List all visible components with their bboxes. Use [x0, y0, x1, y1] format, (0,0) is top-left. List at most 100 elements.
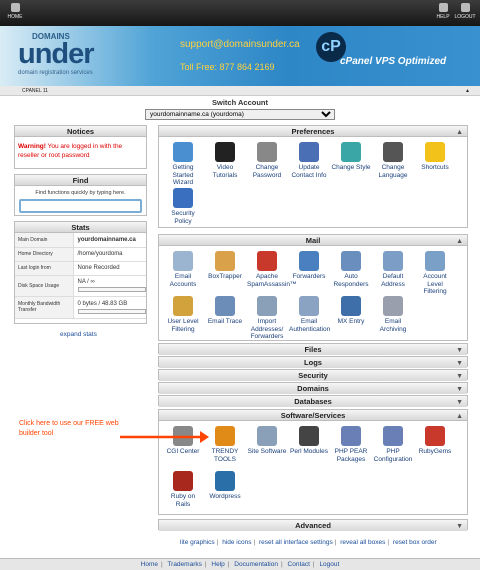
password-icon	[257, 142, 277, 162]
hint-arrow-icon	[120, 431, 209, 443]
clapper-icon	[215, 142, 235, 162]
mail-grid: Email Accounts BoxTrapper Apache SpamAssas…	[159, 246, 467, 351]
feature-item[interactable]: Security Policy	[163, 188, 203, 225]
feature-item[interactable]: Email Trace	[205, 296, 245, 326]
help-button[interactable]: HELP	[432, 3, 454, 20]
policy-icon	[173, 188, 193, 208]
preferences-panel: Preferences ▲ Getting Started Wizard Video…	[158, 125, 468, 228]
footer-documentation-link[interactable]: Documentation	[234, 561, 278, 568]
hide-icons-link[interactable]: hide icons	[222, 539, 251, 546]
feature-item[interactable]: Ruby on Rails	[163, 471, 203, 508]
preferences-header[interactable]: Preferences ▲	[159, 126, 467, 137]
databases-section[interactable]: Databases ▼	[158, 395, 468, 408]
filter-icon	[425, 251, 445, 271]
expand-icon[interactable]: ▼	[456, 397, 463, 408]
feature-item[interactable]: TRENDY TOOLS	[205, 426, 245, 463]
feature-item[interactable]: Getting Started Wizard	[163, 142, 203, 187]
forwarders-icon	[299, 251, 319, 271]
stats-header: Stats	[15, 222, 146, 233]
feature-item[interactable]: Email Accounts	[163, 251, 203, 288]
domainsunder-logo: DOMAINS under domain registration servic…	[18, 32, 95, 76]
domains-section[interactable]: Domains ▼	[158, 382, 468, 395]
footer-contact-link[interactable]: Contact	[288, 561, 310, 568]
feature-item[interactable]: Email Archiving	[373, 296, 413, 333]
lite-graphics-link[interactable]: lite graphics	[180, 539, 215, 546]
auth-icon	[299, 296, 319, 316]
files-section[interactable]: Files ▼	[158, 343, 468, 356]
breadcrumb: CPANEL 11 ▲	[0, 86, 480, 96]
software-services-header[interactable]: Software/Services ▲	[159, 410, 467, 421]
expand-icon[interactable]: ▼	[456, 384, 463, 395]
feature-item[interactable]: Forwarders	[289, 251, 329, 281]
header-banner: DOMAINS under domain registration servic…	[0, 26, 480, 86]
footer-nav: Home | Trademarks | Help | Documentation | C…	[0, 558, 480, 570]
home-icon	[10, 3, 20, 12]
expand-icon[interactable]: ▼	[456, 521, 463, 532]
feature-item[interactable]: User Level Filtering	[163, 296, 203, 333]
feature-item[interactable]: Update Contact Info	[289, 142, 329, 179]
disk-usage-bar	[77, 287, 146, 292]
support-email: support@domainsunder.ca	[180, 39, 300, 50]
feature-item[interactable]: Wordpress	[205, 471, 245, 501]
top-toolbar: HOME HELP LOGOUT	[0, 0, 480, 26]
feature-item[interactable]: Account Level Filtering	[415, 251, 455, 296]
trendy-tools-icon	[215, 426, 235, 446]
reset-settings-link[interactable]: reset all interface settings	[259, 539, 333, 546]
feature-item[interactable]: MX Entry	[331, 296, 371, 326]
footer-trademarks-link[interactable]: Trademarks	[167, 561, 201, 568]
user-filter-icon	[173, 296, 193, 316]
feature-item[interactable]: BoxTrapper	[205, 251, 245, 281]
expand-icon[interactable]: ▼	[456, 371, 463, 382]
expand-icon[interactable]: ▼	[456, 358, 463, 369]
star-icon	[425, 142, 445, 162]
footer-logout-link[interactable]: Logout	[319, 561, 339, 568]
advanced-section[interactable]: Advanced ▼	[158, 519, 468, 532]
home-button[interactable]: HOME	[4, 3, 26, 20]
default-address-icon	[383, 251, 403, 271]
feature-item[interactable]: Import Addresses/ Forwarders	[247, 296, 287, 341]
interface-links: lite graphics | hide icons | reset all int…	[180, 539, 437, 546]
wizard-icon	[173, 142, 193, 162]
expand-icon[interactable]: ▼	[456, 345, 463, 356]
feature-item[interactable]: RubyGems	[415, 426, 455, 456]
trace-icon	[215, 296, 235, 316]
feature-item[interactable]: Apache SpamAssassin™	[247, 251, 297, 288]
feature-item[interactable]: PHP PEAR Packages	[331, 426, 371, 463]
feature-item[interactable]: Auto Responders	[331, 251, 371, 288]
boxtrapper-icon	[215, 251, 235, 271]
autoresponder-icon	[341, 251, 361, 271]
expand-stats-link[interactable]: expand stats	[60, 331, 97, 338]
mail-panel: Mail ▲ Email Accounts BoxTrapper Apache Spa…	[158, 234, 468, 341]
reveal-boxes-link[interactable]: reveal all boxes	[340, 539, 385, 546]
wordpress-icon	[215, 471, 235, 491]
site-software-icon	[257, 426, 277, 446]
php-config-icon	[383, 426, 403, 446]
find-input[interactable]	[19, 199, 142, 213]
table-row: Disk Space Usage NA / ∞	[15, 275, 146, 297]
feature-item[interactable]: Change Password	[247, 142, 287, 179]
feature-item[interactable]: Site Software	[247, 426, 287, 456]
feature-item[interactable]: Default Address	[373, 251, 413, 288]
feature-item[interactable]: Change Language	[373, 142, 413, 179]
rubygems-icon	[425, 426, 445, 446]
feature-item[interactable]: Perl Modules	[289, 426, 329, 456]
toll-free-number: Toll Free: 877 864 2169	[180, 62, 275, 72]
footer-home-link[interactable]: Home	[141, 561, 158, 568]
switch-account-select[interactable]: yourdomainname.ca (yourdoma)	[145, 109, 335, 120]
logs-section[interactable]: Logs ▼	[158, 356, 468, 369]
feature-item[interactable]: Shortcuts	[415, 142, 455, 172]
footer-help-link[interactable]: Help	[211, 561, 224, 568]
software-services-panel: Software/Services ▲ CGI Center TRENDY TOOL…	[158, 409, 468, 515]
bandwidth-bar	[77, 308, 146, 314]
logout-button[interactable]: LOGOUT	[454, 3, 476, 20]
table-row: Home Directory/home/yourdoma	[15, 247, 146, 262]
reset-box-order-link[interactable]: reset box order	[393, 539, 437, 546]
collapse-icon[interactable]: ▲	[465, 86, 470, 96]
feature-item[interactable]: Video Tutorials	[205, 142, 245, 179]
feature-item[interactable]: Change Style	[331, 142, 371, 172]
feature-item[interactable]: Email Authentication	[289, 296, 330, 333]
stats-panel: Stats Main Domain yourdomainname.ca Home …	[14, 221, 147, 324]
feature-item[interactable]: PHP Configuration	[373, 426, 413, 463]
mail-header[interactable]: Mail ▲	[159, 235, 467, 246]
security-section[interactable]: Security ▼	[158, 369, 468, 382]
